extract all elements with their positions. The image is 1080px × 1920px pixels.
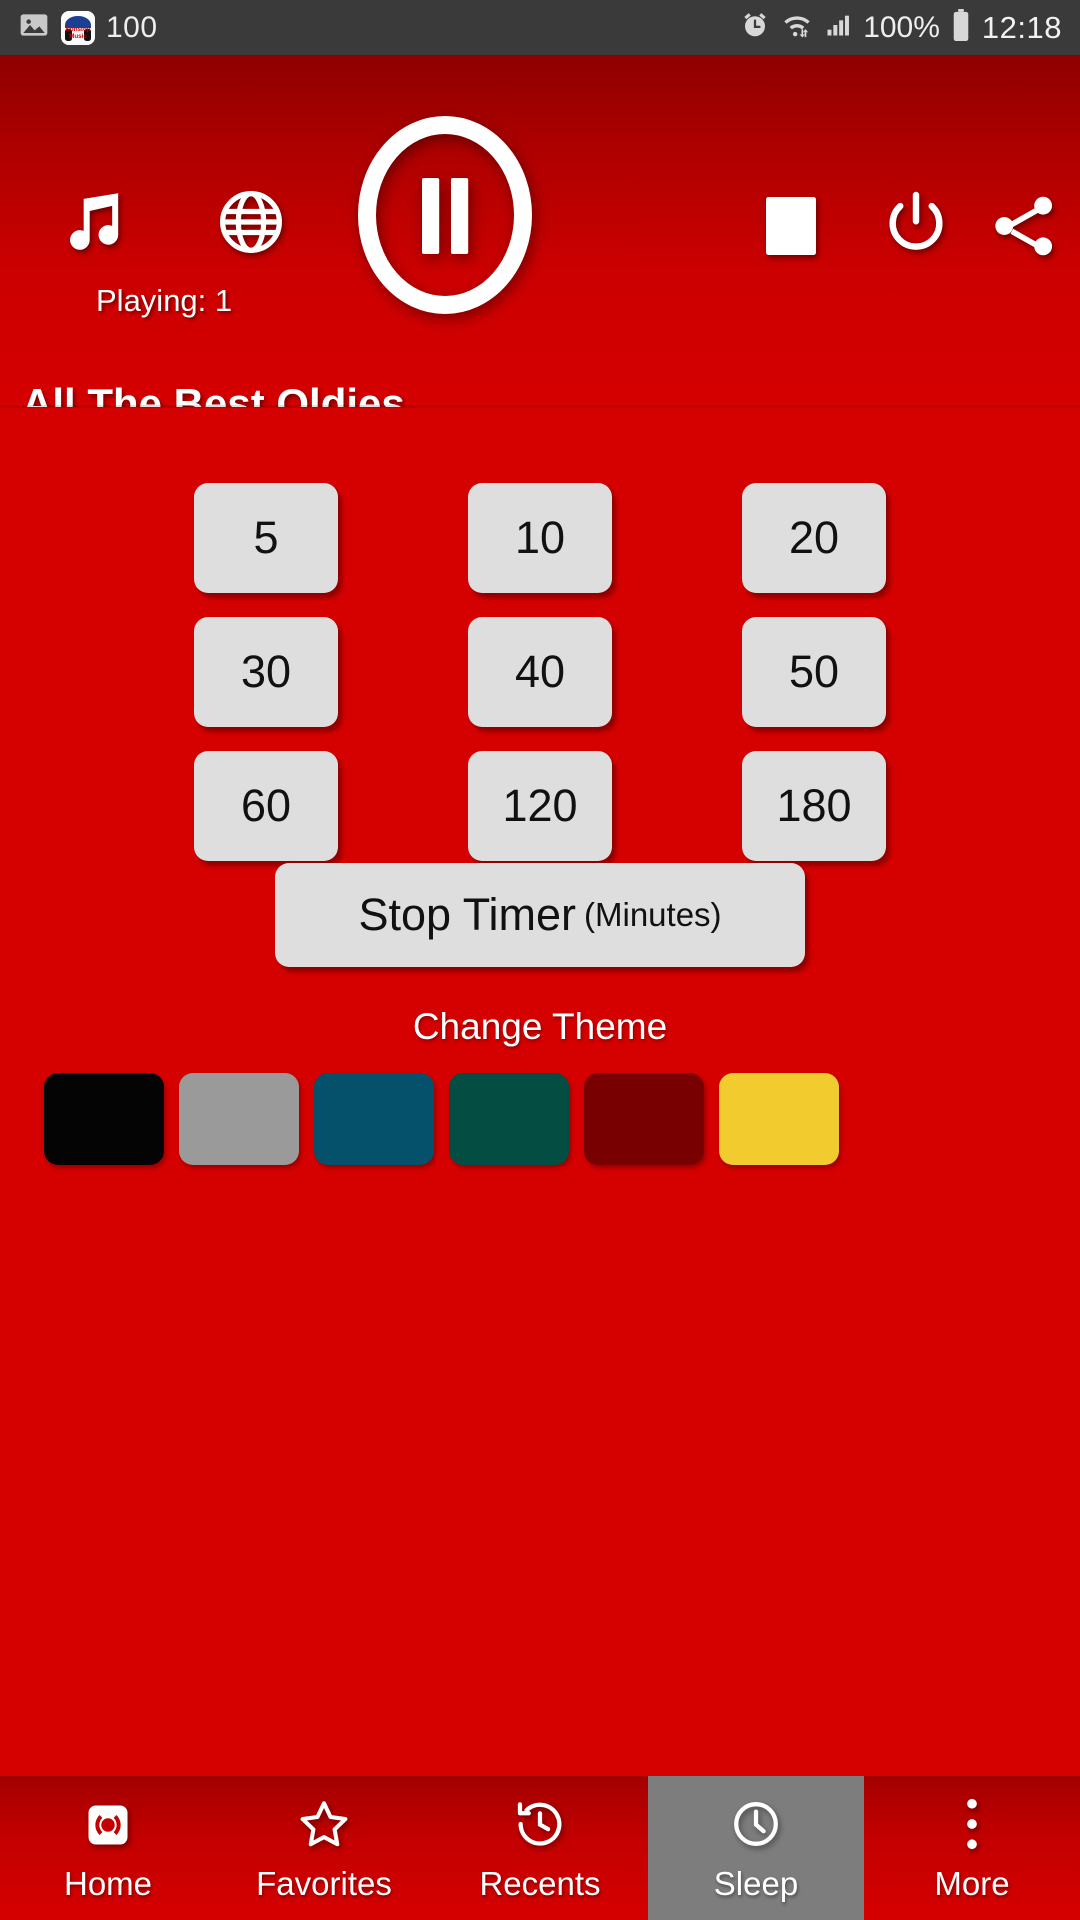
signal-icon [824, 11, 852, 44]
timer-button-5[interactable]: 5 [194, 483, 338, 593]
app-badge-line1: Nonstop [65, 26, 90, 33]
nav-label-home: Home [63, 1865, 153, 1902]
battery-icon [951, 9, 971, 46]
status-bar: Nonstop Music 100 100% 12:18 [0, 0, 1080, 55]
theme-swatch-green[interactable] [449, 1073, 569, 1165]
nav-item-sleep[interactable]: Sleep [648, 1776, 864, 1920]
nav-label-favorites: Favorites [256, 1865, 392, 1902]
timer-row: 5 10 20 [0, 483, 1080, 593]
nav-label-sleep: Sleep [713, 1865, 799, 1902]
station-title: All The Best Oldies [22, 380, 405, 407]
alarm-icon [740, 10, 770, 45]
power-icon[interactable] [880, 187, 952, 259]
nav-item-recents[interactable]: Recents [432, 1776, 648, 1920]
clock-time: 12:18 [981, 9, 1062, 45]
stop-timer-label: Stop Timer [358, 889, 577, 940]
timer-button-50[interactable]: 50 [742, 617, 886, 727]
timer-button-40[interactable]: 40 [468, 617, 612, 727]
theme-swatch-blue[interactable] [314, 1073, 434, 1165]
nav-item-home[interactable]: Home [0, 1776, 216, 1920]
play-pause-button[interactable] [356, 115, 534, 315]
timer-button-30[interactable]: 30 [194, 617, 338, 727]
timer-button-120[interactable]: 120 [468, 751, 612, 861]
nav-item-favorites[interactable]: Favorites [216, 1776, 432, 1920]
app-screen: Nonstop Music 100 100% 12:18 Playing: 1 … [0, 0, 1080, 1920]
globe-icon[interactable] [212, 183, 290, 261]
nav-label-recents: Recents [479, 1865, 601, 1902]
share-icon[interactable] [985, 187, 1063, 265]
nav-item-more[interactable]: More [864, 1776, 1080, 1920]
playing-status-label: Playing: 1 [96, 283, 233, 318]
status-bar-right: 100% 12:18 [740, 9, 1062, 46]
star-icon [297, 1793, 351, 1851]
timer-button-grid: 5 10 20 30 40 50 60 120 180 [0, 483, 1080, 861]
history-clock-icon [513, 1793, 567, 1851]
overflow-dots-icon [962, 1793, 982, 1851]
sleep-timer-panel: 5 10 20 30 40 50 60 120 180 Stop Timer (… [0, 408, 1080, 1776]
timer-button-20[interactable]: 20 [742, 483, 886, 593]
notification-count: 100 [106, 10, 158, 44]
timer-row: 60 120 180 [0, 751, 1080, 861]
theme-swatch-maroon[interactable] [584, 1073, 704, 1165]
clock-icon [729, 1793, 783, 1851]
status-bar-left: Nonstop Music 100 [18, 9, 158, 46]
player-controls: Playing: 1 [0, 55, 1080, 318]
theme-swatch-gray[interactable] [179, 1073, 299, 1165]
image-icon [18, 9, 50, 46]
battery-percent-label: 100% [863, 10, 940, 44]
player-header: Playing: 1 All The Best Oldies [0, 55, 1080, 407]
theme-swatch-black[interactable] [44, 1073, 164, 1165]
timer-row: 30 40 50 [0, 617, 1080, 727]
nonstop-music-app-icon: Nonstop Music [61, 10, 95, 45]
bottom-navigation: Home Favorites Recents Sleep More [0, 1776, 1080, 1920]
app-badge-line2: Music [69, 33, 87, 40]
timer-button-180[interactable]: 180 [742, 751, 886, 861]
stop-timer-button[interactable]: Stop Timer (Minutes) [275, 863, 805, 967]
music-note-icon[interactable] [50, 183, 130, 263]
timer-button-60[interactable]: 60 [194, 751, 338, 861]
change-theme-label: Change Theme [412, 1006, 668, 1047]
theme-swatch-row [44, 1073, 1036, 1165]
timer-button-10[interactable]: 10 [468, 483, 612, 593]
radio-broadcast-icon [82, 1793, 134, 1851]
nav-label-more: More [934, 1865, 1010, 1902]
wifi-icon [781, 11, 813, 44]
theme-swatch-yellow[interactable] [719, 1073, 839, 1165]
stop-square-icon[interactable] [760, 195, 822, 257]
stop-timer-unit-label: (Minutes) [584, 896, 722, 933]
